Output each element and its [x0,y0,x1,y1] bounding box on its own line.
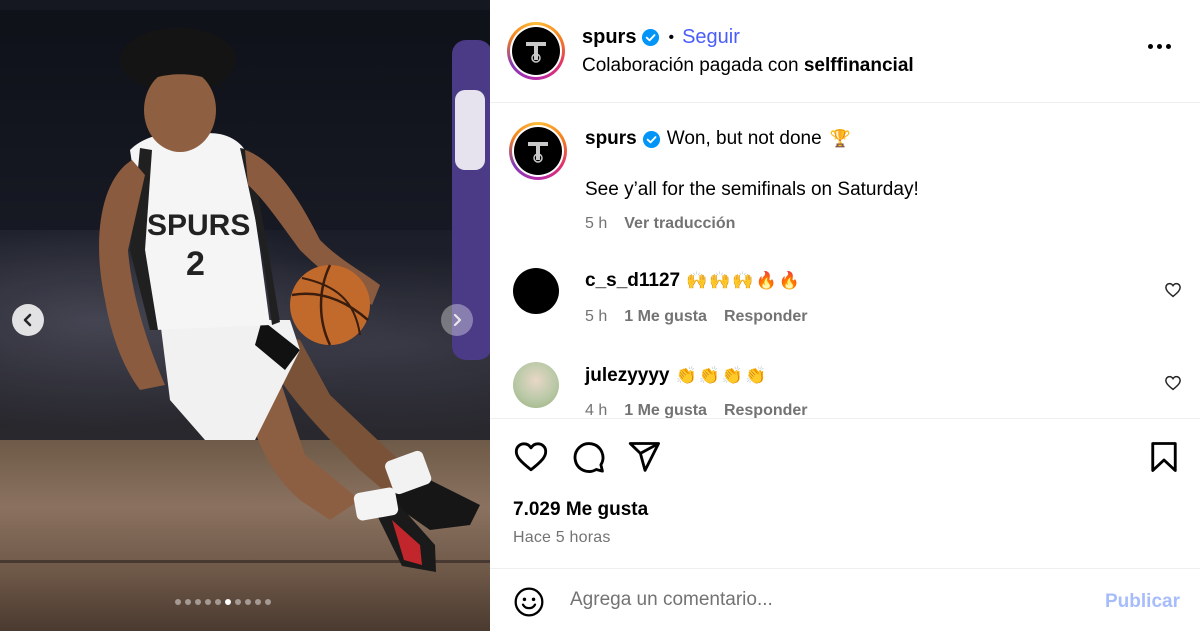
separator-dot: • [668,28,675,46]
comment-username[interactable]: c_s_d1127 [585,270,680,292]
comment-line: julezyyyy 👏👏👏👏 [585,365,768,387]
carousel-dot [185,599,191,605]
carousel-dot [235,599,241,605]
caption-text: Won, but not done [666,128,822,149]
reply-button[interactable]: Responder [724,308,808,326]
author-avatar[interactable] [507,22,565,80]
see-translation-link[interactable]: Ver traducción [624,215,735,233]
share-icon[interactable] [626,439,662,475]
comment-time[interactable]: 5 h [585,308,607,326]
caption-avatar[interactable] [509,122,567,180]
carousel-dot [205,599,211,605]
publish-button[interactable]: Publicar [1105,591,1180,613]
comments-section[interactable]: spurs Won, but not done 🏆 See y’all for … [490,104,1200,418]
chevron-left-icon [23,313,32,327]
follow-button[interactable]: Seguir [682,26,740,49]
verified-badge-icon [641,28,660,47]
carousel-dot [215,599,221,605]
comment-like-heart-icon[interactable] [1164,374,1182,392]
author-username[interactable]: spurs [582,26,636,49]
comment-like-heart-icon[interactable] [1164,281,1182,299]
bookmark-icon[interactable] [1146,439,1182,475]
heart-icon[interactable] [513,439,549,475]
post-panel: spurs • Seguir Colaboración pagada con s… [490,0,1200,631]
comment-text: 👏👏👏👏 [675,366,769,385]
comment-likes[interactable]: 1 Me gusta [624,402,707,418]
comment-composer: Publicar [490,568,1200,631]
caption-time[interactable]: 5 h [585,215,607,233]
more-dot [1157,44,1162,49]
emoji-icon[interactable] [513,586,545,618]
spurs-logo-icon [528,142,548,163]
post-timestamp: Hace 5 horas [513,529,611,546]
caption-username[interactable]: spurs [585,128,637,150]
carousel-dot [195,599,201,605]
commenter-avatar[interactable] [513,362,559,408]
carousel-next-button[interactable] [441,304,473,336]
comment-text: 🙌🙌🙌🔥🔥 [686,271,802,290]
carousel-dot [255,599,261,605]
comment-likes[interactable]: 1 Me gusta [624,308,707,326]
more-options-button[interactable] [1144,40,1175,53]
paid-partnership-label: Colaboración pagada con selffinancial [582,55,914,77]
comment-input[interactable] [570,583,1090,617]
caption-meta: 5 h Ver traducción [585,215,735,233]
chevron-right-icon [453,313,462,327]
likes-count[interactable]: 7.029 Me gusta [513,499,648,521]
carousel-dot [265,599,271,605]
post-media[interactable]: SPURS 2 [0,0,490,631]
verified-badge-icon [642,130,661,149]
svg-text:2: 2 [186,245,205,283]
spurs-logo-icon [526,42,546,63]
carousel-dot-active [225,599,231,605]
trophy-emoji: 🏆 [829,129,851,148]
caption-text-line2: See y’all for the semifinals on Saturday… [585,179,919,200]
commenter-avatar[interactable] [513,268,559,314]
collab-prefix: Colaboración pagada con [582,55,799,76]
caption-line: spurs Won, but not done 🏆 [585,128,851,150]
carousel-dot [175,599,181,605]
comment-time[interactable]: 4 h [585,402,607,418]
more-dot [1148,44,1153,49]
carousel-dot [245,599,251,605]
comment-meta: 4 h 1 Me gusta Responder [585,402,808,418]
carousel-prev-button[interactable] [12,304,44,336]
post-actions: 7.029 Me gusta Hace 5 horas [490,418,1200,568]
reply-button[interactable]: Responder [724,402,808,418]
comment-meta: 5 h 1 Me gusta Responder [585,308,808,326]
svg-text:SPURS: SPURS [147,209,250,242]
post-header: spurs • Seguir Colaboración pagada con s… [490,0,1200,103]
more-dot [1166,44,1171,49]
collab-partner-link[interactable]: selffinancial [804,55,914,76]
comment-line: c_s_d1127 🙌🙌🙌🔥🔥 [585,270,802,292]
comment-icon[interactable] [570,439,606,475]
basketball-player-photo: SPURS 2 [99,28,490,572]
carousel-indicator [175,599,271,605]
header-line: spurs • Seguir [582,26,740,49]
comment-username[interactable]: julezyyyy [585,365,670,387]
